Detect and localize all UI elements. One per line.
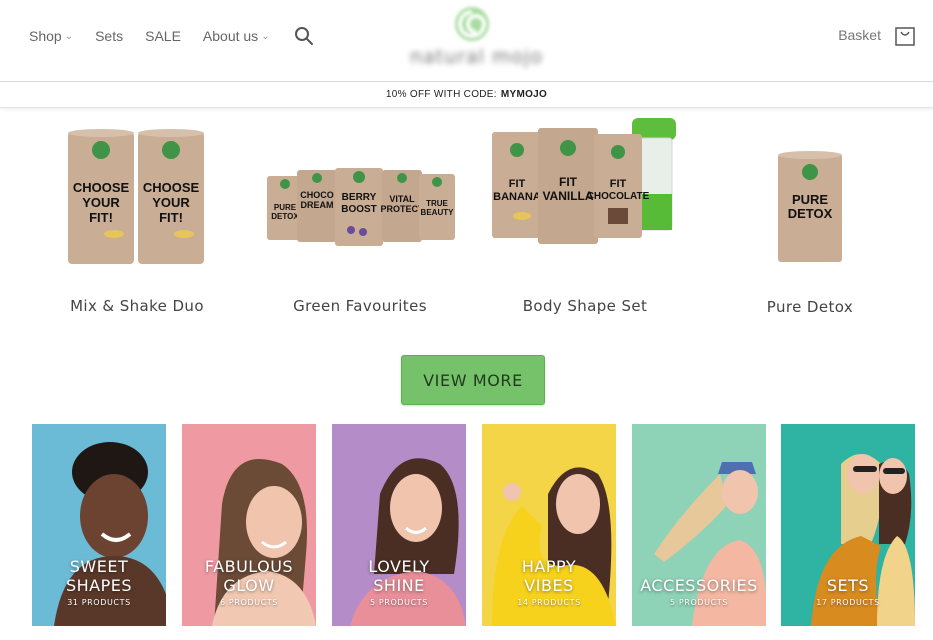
promo-text: 10% OFF WITH CODE:	[385, 89, 497, 100]
product-pure-detox[interactable]: PURE DETOX Pure Detox	[695, 110, 925, 325]
svg-text:PROTECT: PROTECT	[380, 204, 424, 214]
product-can: FIT CHOCOLATE	[587, 134, 650, 238]
site-header: Shop ⌄ Sets SALE About us ⌄ natural mojo…	[0, 0, 933, 82]
svg-text:FIT: FIT	[509, 178, 526, 190]
category-count: 31 PRODUCTS	[67, 598, 131, 607]
category-count: 14 PRODUCTS	[517, 598, 581, 607]
svg-text:CHOCOLATE: CHOCOLATE	[587, 191, 650, 202]
product-can: FIT BANANA	[492, 132, 542, 238]
product-name[interactable]: Pure Detox	[695, 298, 925, 316]
svg-text:FIT!: FIT!	[159, 210, 183, 225]
logo-swirl-icon	[455, 7, 489, 41]
nav-about-us[interactable]: About us ⌄	[203, 28, 270, 44]
search-icon[interactable]	[294, 26, 314, 46]
svg-text:YOUR: YOUR	[82, 195, 120, 210]
category-title: SWEET SHAPES	[65, 557, 133, 595]
category-photo	[492, 467, 616, 626]
svg-text:TRUE: TRUE	[426, 199, 448, 208]
category-photo	[212, 459, 316, 626]
category-lovely-shine[interactable]: LOVELY SHINE 5 PRODUCTS	[332, 424, 466, 626]
category-sweet-shapes[interactable]: SWEET SHAPES 31 PRODUCTS	[32, 424, 166, 626]
svg-text:CHOOSE: CHOOSE	[73, 180, 130, 195]
nav-sale[interactable]: SALE	[145, 28, 181, 44]
product-name[interactable]: Green Favourites	[245, 297, 475, 315]
svg-text:DETOX: DETOX	[788, 206, 833, 221]
view-more-button[interactable]: VIEW MORE	[401, 355, 545, 405]
product-can: CHOCO DREAM	[297, 170, 337, 242]
category-count: 5 PRODUCTS	[670, 598, 728, 607]
nav-shop[interactable]: Shop ⌄	[29, 28, 73, 44]
svg-text:PURE: PURE	[274, 203, 297, 212]
product-can: BERRY BOOST	[335, 168, 383, 246]
category-title: HAPPY VIBES	[521, 557, 577, 595]
product-name[interactable]: Mix & Shake Duo	[22, 297, 252, 315]
basket-icon	[895, 27, 915, 46]
category-count: 6 PRODUCTS	[220, 598, 278, 607]
category-title: SETS	[826, 576, 870, 595]
svg-text:DETOX: DETOX	[271, 212, 299, 221]
promo-bar: 10% OFF WITH CODE: MYMOJO	[0, 82, 933, 108]
svg-text:VITAL: VITAL	[389, 194, 415, 204]
nav-shop-label: Shop	[29, 28, 62, 44]
product-green-favourites[interactable]: PURE DETOX CHOCO DREAM BERRY BOOST VITAL…	[245, 110, 475, 325]
product-image: PURE DETOX CHOCO DREAM BERRY BOOST VITAL…	[267, 168, 455, 246]
svg-text:FIT: FIT	[610, 178, 627, 190]
product-can: TRUE BEAUTY	[419, 174, 455, 240]
product-can: CHOOSE YOUR FIT!	[138, 129, 204, 264]
product-image: FIT BANANA FIT VANILLA FIT CHOCOLATE	[492, 118, 676, 244]
product-name[interactable]: Body Shape Set	[470, 297, 700, 315]
site-logo[interactable]: natural mojo	[410, 4, 543, 70]
category-title: ACCESSORIES	[640, 576, 758, 595]
category-photo	[54, 442, 166, 626]
svg-text:PURE: PURE	[792, 192, 828, 207]
category-photo	[654, 462, 766, 626]
product-can: PURE DETOX	[778, 151, 842, 262]
product-mix-shake-duo[interactable]: CHOOSE YOUR FIT! CHOOSE YOUR FIT! Mix & …	[22, 110, 252, 325]
svg-text:YOUR: YOUR	[152, 195, 190, 210]
chevron-down-icon: ⌄	[261, 30, 270, 42]
product-can: CHOOSE YOUR FIT!	[68, 129, 134, 264]
svg-text:CHOOSE: CHOOSE	[143, 180, 200, 195]
svg-text:DREAM: DREAM	[301, 200, 334, 210]
category-photo	[811, 454, 915, 626]
logo-text: natural mojo	[410, 46, 543, 68]
svg-text:BERRY: BERRY	[342, 192, 377, 203]
category-title: LOVELY SHINE	[368, 557, 430, 595]
category-happy-vibes[interactable]: HAPPY VIBES 14 PRODUCTS	[482, 424, 616, 626]
category-accessories[interactable]: ACCESSORIES 5 PRODUCTS	[632, 424, 766, 626]
category-count: 5 PRODUCTS	[370, 598, 428, 607]
category-title: FABULOUS GLOW	[204, 557, 294, 595]
nav-about-label: About us	[202, 28, 259, 44]
category-count: 17 PRODUCTS	[816, 598, 880, 607]
svg-text:FIT!: FIT!	[89, 210, 113, 225]
svg-text:FIT: FIT	[559, 175, 578, 189]
nav-sets-label: Sets	[95, 28, 124, 44]
category-fabulous-glow[interactable]: FABULOUS GLOW 6 PRODUCTS	[182, 424, 316, 626]
product-image: PURE DETOX	[778, 151, 842, 262]
svg-text:CHOCO: CHOCO	[300, 190, 334, 200]
svg-text:BEAUTY: BEAUTY	[421, 208, 455, 217]
basket-label: Basket	[838, 27, 881, 43]
svg-text:BOOST: BOOST	[341, 204, 377, 215]
main-nav: Shop ⌄ Sets SALE About us ⌄	[29, 26, 314, 46]
svg-text:BANANA: BANANA	[493, 191, 541, 203]
product-body-shape-set[interactable]: FIT BANANA FIT VANILLA FIT CHOCOLATE Bod…	[470, 110, 700, 325]
category-photo	[350, 458, 466, 626]
product-image: CHOOSE YOUR FIT! CHOOSE YOUR FIT!	[68, 129, 204, 264]
promo-code: MYMOJO	[500, 89, 548, 100]
product-can: FIT VANILLA	[538, 128, 598, 244]
product-can: VITAL PROTECT	[380, 170, 424, 242]
basket-link[interactable]: Basket	[838, 24, 915, 46]
chevron-down-icon: ⌄	[64, 30, 74, 42]
nav-sale-label: SALE	[145, 28, 181, 44]
category-sets[interactable]: SETS 17 PRODUCTS	[781, 424, 915, 626]
nav-sets[interactable]: Sets	[95, 28, 123, 44]
